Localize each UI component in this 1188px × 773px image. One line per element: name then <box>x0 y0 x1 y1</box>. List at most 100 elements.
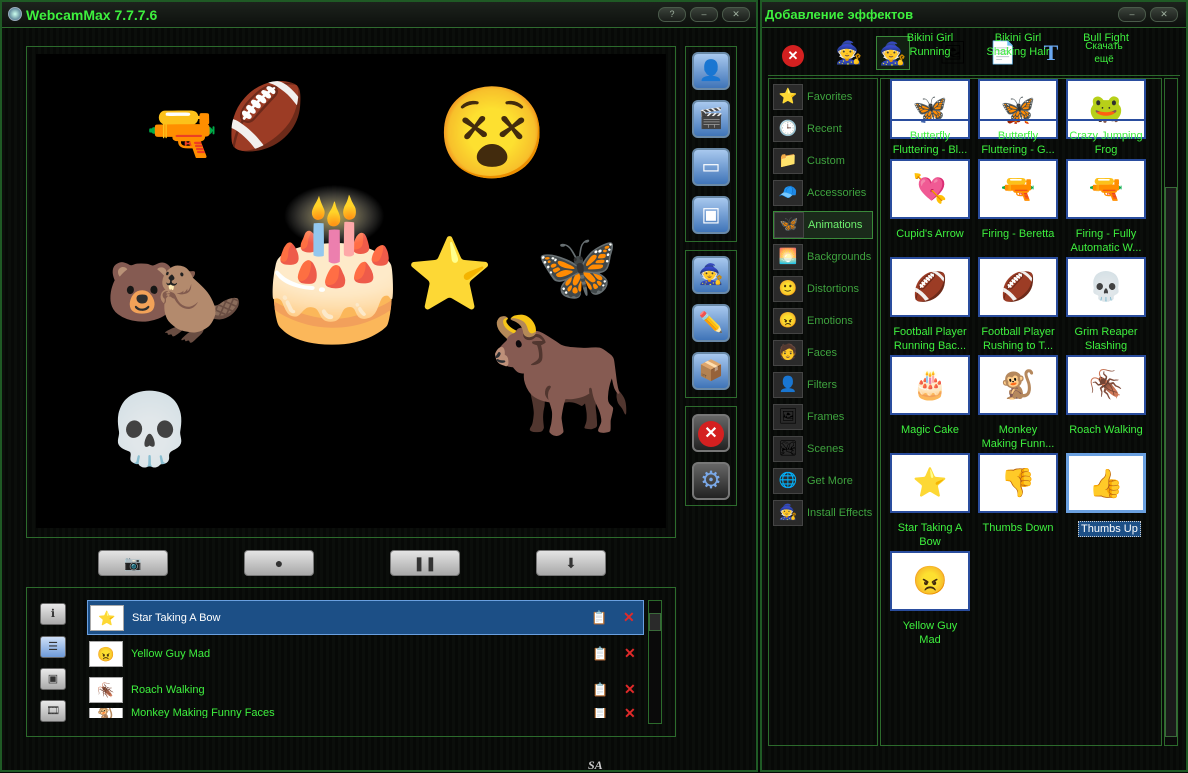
record-button[interactable]: ● <box>244 550 314 576</box>
table-row[interactable]: 😠 Yellow Guy Mad 📋 ✕ <box>87 636 644 671</box>
effect-preview-icon: 🦋 <box>912 93 948 121</box>
effect-label: Yellow Guy Mad <box>902 620 958 646</box>
clipboard-icon[interactable]: 📋 <box>592 708 608 718</box>
effects-list-scrollbar[interactable] <box>648 600 662 724</box>
snapshot-button[interactable]: 📷 <box>98 550 168 576</box>
effects-close-button[interactable]: ✕ <box>1150 7 1178 22</box>
help-button[interactable]: ? <box>658 7 686 22</box>
clear-effects-button[interactable]: ✕ <box>692 414 730 452</box>
effect-preview-icon: 👎 <box>1000 467 1036 498</box>
effect-preview-icon: 🔫 <box>1000 173 1036 204</box>
effect-tile[interactable]: 🔫 <box>978 159 1058 219</box>
effect-label: Crazy Jumping Frog <box>1069 130 1143 156</box>
delete-icon[interactable]: ✕ <box>624 708 638 718</box>
table-row[interactable]: 🪳 Roach Walking 📋 ✕ <box>87 672 644 707</box>
list-icon: ☰ <box>48 641 58 653</box>
category-item[interactable]: 🌅 Backgrounds <box>773 243 873 271</box>
category-item[interactable]: 🦋 Animations <box>773 211 873 239</box>
image-tab-button[interactable]: ▣ <box>40 668 66 690</box>
effect-tile[interactable]: ⭐ <box>890 453 970 513</box>
effect-label: Football Player Running Bac... <box>893 326 967 352</box>
effect-label: Roach Walking <box>1069 424 1143 436</box>
remove-effect-button[interactable]: ✕ <box>776 36 810 70</box>
effect-preview-icon: 🦋 <box>1000 93 1036 121</box>
clipboard-icon[interactable]: 📋 <box>592 682 608 698</box>
effects-grid-scrollbar[interactable] <box>1164 78 1178 746</box>
effect-label: Thumbs Down <box>982 522 1054 534</box>
effect-tile[interactable]: 👍 <box>1066 453 1146 513</box>
category-item[interactable]: 🖼 Frames <box>773 403 873 431</box>
effect-label: Football Player Rushing to T... <box>981 326 1055 352</box>
effect-label: Butterfly Fluttering - G... <box>981 130 1055 156</box>
effects-button[interactable]: 🧙 <box>692 256 730 294</box>
effect-preview-icon: 💀 <box>1088 271 1124 302</box>
pip-button[interactable]: ▣ <box>692 196 730 234</box>
scrollbar-thumb[interactable] <box>649 613 661 631</box>
wizard-button[interactable]: 🧙 <box>832 36 866 70</box>
list-tab-button[interactable]: ☰ <box>40 636 66 658</box>
clipboard-icon[interactable]: 📋 <box>591 610 607 626</box>
category-item[interactable]: 🏞 Scenes <box>773 435 873 463</box>
category-icon: 🕒 <box>773 116 803 142</box>
category-item[interactable]: 📁 Custom <box>773 147 873 175</box>
footer-mark: SA <box>588 758 603 772</box>
category-item[interactable]: 🌐 Get More <box>773 467 873 495</box>
clipboard-icon[interactable]: 📋 <box>592 646 608 662</box>
effect-tile[interactable]: 🪳 <box>1066 355 1146 415</box>
category-item[interactable]: ⭐ Favorites <box>773 83 873 111</box>
category-item[interactable]: 🙂 Distortions <box>773 275 873 303</box>
effect-tile[interactable]: 🎂 <box>890 355 970 415</box>
category-item[interactable]: 😠 Emotions <box>773 307 873 335</box>
effects-titlebar: Добавление эффектов – ✕ <box>762 2 1186 28</box>
category-icon: 🌅 <box>773 244 803 270</box>
user-icon: 👤 <box>698 60 724 82</box>
effect-label: Star Taking A Bow <box>897 522 963 548</box>
effect-tile[interactable]: 👎 <box>978 453 1058 513</box>
category-icon: 🧙 <box>773 500 803 526</box>
category-item[interactable]: 🧑 Faces <box>773 339 873 367</box>
delete-icon[interactable]: ✕ <box>623 609 637 626</box>
close-button[interactable]: ✕ <box>722 7 750 22</box>
effect-tile[interactable]: 🏈 <box>978 257 1058 317</box>
effect-tile[interactable]: 😠 <box>890 551 970 611</box>
effect-tile[interactable]: 🐸 <box>1066 79 1146 121</box>
category-icon: 🧑 <box>773 340 803 366</box>
window-mode-button[interactable]: ▭ <box>692 148 730 186</box>
delete-icon[interactable]: ✕ <box>624 645 638 662</box>
pause-button[interactable]: ❚❚ <box>390 550 460 576</box>
effect-label: Grim Reaper Slashing <box>1074 326 1138 352</box>
minimize-button[interactable]: – <box>690 7 718 22</box>
draw-button[interactable]: ✏️ <box>692 304 730 342</box>
category-item[interactable]: 👤 Filters <box>773 371 873 399</box>
table-row[interactable]: ⭐ Star Taking A Bow 📋 ✕ <box>87 600 644 635</box>
gun-sticker: 🔫 <box>146 100 219 165</box>
info-tab-button[interactable]: ℹ <box>40 603 66 625</box>
close-red-icon: ✕ <box>782 45 804 67</box>
category-label: Faces <box>807 347 837 359</box>
effect-tile[interactable]: 💀 <box>1066 257 1146 317</box>
scrollbar-thumb[interactable] <box>1165 187 1177 737</box>
pencil-icon: ✏️ <box>698 312 724 334</box>
video-tab-button[interactable]: 🎞 <box>40 700 66 722</box>
user-icon-button[interactable]: 👤 <box>692 52 730 90</box>
effect-tile[interactable]: 💘 <box>890 159 970 219</box>
delete-icon[interactable]: ✕ <box>624 681 638 698</box>
effects-box-button[interactable]: 📦 <box>692 352 730 390</box>
effect-tile[interactable]: 🏈 <box>890 257 970 317</box>
download-button[interactable]: ⬇ <box>536 550 606 576</box>
category-item[interactable]: 🧢 Accessories <box>773 179 873 207</box>
effects-minimize-button[interactable]: – <box>1118 7 1146 22</box>
category-label: Accessories <box>807 187 867 199</box>
effect-tile[interactable]: 🦋 <box>978 79 1058 121</box>
table-row[interactable]: 🐒 Monkey Making Funny Faces 📋 ✕ <box>87 708 644 718</box>
cake-sticker: 🎂 <box>246 185 421 342</box>
video-source-button[interactable]: 🎬 <box>692 100 730 138</box>
effect-tile[interactable]: 🦋 <box>890 79 970 121</box>
category-item[interactable]: 🧙 Install Effects <box>773 499 873 527</box>
effect-tile[interactable]: 🔫 <box>1066 159 1146 219</box>
category-icon: 🏞 <box>773 436 803 462</box>
effect-preview-icon: ⭐ <box>912 467 948 498</box>
category-item[interactable]: 🕒 Recent <box>773 115 873 143</box>
effect-tile[interactable]: 🐒 <box>978 355 1058 415</box>
settings-button[interactable]: ⚙ <box>692 462 730 500</box>
